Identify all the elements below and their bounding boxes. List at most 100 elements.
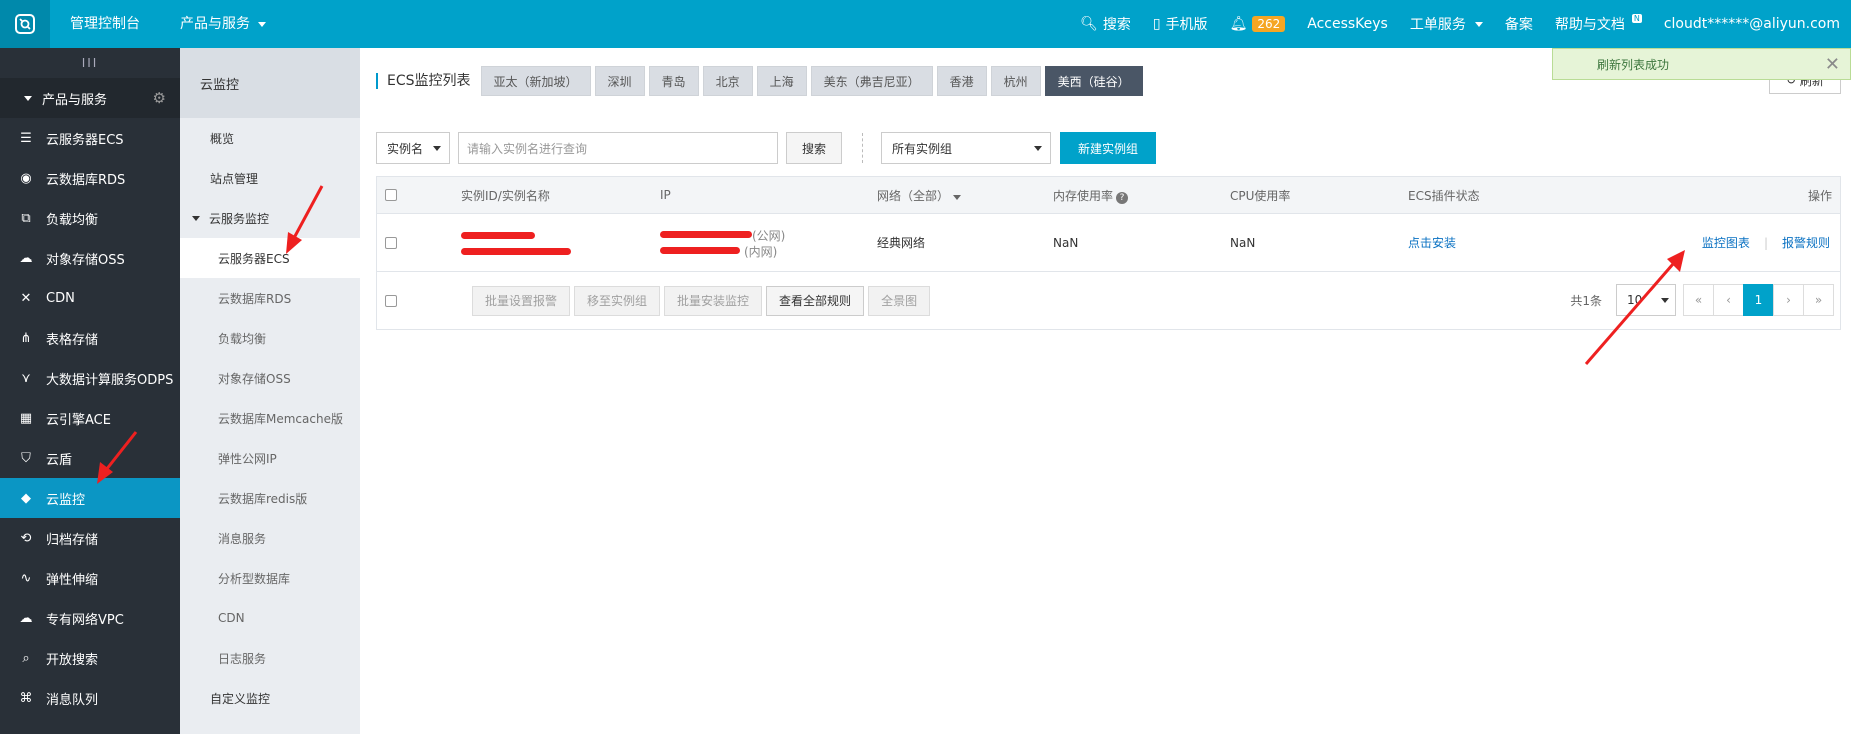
- sidebar-group-products[interactable]: 产品与服务 ⚙︎: [0, 78, 180, 118]
- subnav-item[interactable]: 消息服务: [180, 518, 360, 558]
- subnav-item[interactable]: 日志服务: [180, 638, 360, 678]
- gear-icon[interactable]: ⚙︎: [153, 89, 166, 107]
- view-all-rules-button[interactable]: 查看全部规则: [766, 285, 865, 316]
- sidebar-item[interactable]: ✕ CDN: [0, 278, 180, 318]
- subnav-item[interactable]: 负载均衡: [180, 318, 360, 358]
- sidebar-item[interactable]: ⌘ 消息队列: [0, 678, 180, 718]
- col-network-label: 网络（全部）: [877, 188, 950, 203]
- page-size-select[interactable]: 10: [1616, 284, 1676, 316]
- subnav-item[interactable]: 弹性公网IP: [180, 438, 360, 478]
- subnav-item-site[interactable]: 站点管理: [180, 158, 360, 198]
- subnav-item[interactable]: 对象存储OSS: [180, 358, 360, 398]
- region-tab[interactable]: 北京: [702, 66, 753, 96]
- help-docs-link[interactable]: 帮助与文档 N: [1544, 0, 1653, 48]
- row-operations: 监控图表 | 报警规则: [1702, 234, 1830, 251]
- region-tab[interactable]: 美西（硅谷）: [1044, 66, 1143, 96]
- accesskeys-link[interactable]: AccessKeys: [1296, 0, 1399, 48]
- sidebar-item[interactable]: ⟲ 归档存储: [0, 518, 180, 558]
- sidebar-item[interactable]: ◆ 云监控: [0, 478, 180, 518]
- sidebar-item[interactable]: ⌕ 开放搜索: [0, 638, 180, 678]
- last-page-button[interactable]: »: [1803, 284, 1834, 316]
- subnav-item[interactable]: 云数据库RDS: [180, 278, 360, 318]
- region-tab[interactable]: 上海: [756, 66, 807, 96]
- sidebar-item-label: 归档存储: [46, 532, 99, 548]
- footer-select-all-checkbox[interactable]: [385, 294, 397, 307]
- table-row: (公网) (内网) 经典网络 NaN NaN 点击安装 监控图表 | 报警规则: [377, 213, 1840, 271]
- toast-message: 刷新列表成功: [1597, 57, 1670, 72]
- alarm-rules-link[interactable]: 报警规则: [1782, 234, 1830, 251]
- new-instance-group-button[interactable]: 新建实例组: [1060, 132, 1157, 164]
- row-checkbox[interactable]: [385, 236, 397, 249]
- sidebar-item[interactable]: ☁ 对象存储OSS: [0, 238, 180, 278]
- sidebar-item-label: 云盾: [46, 452, 73, 468]
- sidebar-item-label: CDN: [46, 290, 75, 306]
- region-tab[interactable]: 青岛: [648, 66, 699, 96]
- search-button[interactable]: 搜索: [786, 132, 843, 164]
- batch-install-button[interactable]: 批量安装监控: [664, 285, 763, 316]
- sidebar-item[interactable]: ⋔ 表格存储: [0, 318, 180, 358]
- divider: [862, 133, 864, 163]
- subnav-group-cloud-service[interactable]: 云服务监控: [180, 198, 360, 238]
- sidebar-item[interactable]: ☁ 专有网络VPC: [0, 598, 180, 638]
- new-badge: N: [1631, 13, 1642, 23]
- col-ip: IP: [660, 188, 671, 202]
- subnav-item[interactable]: 云数据库redis版: [180, 478, 360, 518]
- col-network-filter[interactable]: 网络（全部）: [877, 187, 962, 204]
- subnav-item[interactable]: CDN: [180, 598, 360, 638]
- search-link[interactable]: 🔍︎ 搜索: [1069, 0, 1142, 48]
- sidebar-collapse-toggle[interactable]: III: [0, 48, 180, 78]
- subnav-item[interactable]: 云服务器ECS: [180, 238, 360, 278]
- install-plugin-link[interactable]: 点击安装: [1408, 234, 1456, 251]
- sidebar-list: ☰ 云服务器ECS ◉ 云数据库RDS ⧉ 负载均衡 ☁ 对象存储OSS ✕ CDN ⋔ 表格存储 ⋎ 大…: [0, 118, 180, 718]
- aliyun-logo-icon[interactable]: [0, 0, 50, 48]
- top-navbar: 管理控制台 产品与服务 🔍︎ 搜索 ▯ 手机版 🔔︎ 262 AccessKeys 工…: [0, 0, 1851, 48]
- beian-link[interactable]: 备案: [1494, 0, 1544, 48]
- sidebar-item[interactable]: ◉ 云数据库RDS: [0, 158, 180, 198]
- notifications-button[interactable]: 🔔︎ 262: [1219, 0, 1297, 48]
- ticket-menu[interactable]: 工单服务: [1399, 0, 1494, 48]
- move-to-group-button[interactable]: 移至实例组: [574, 285, 661, 316]
- help-icon[interactable]: ?: [1116, 191, 1129, 204]
- instance-group-select[interactable]: 所有实例组: [881, 132, 1052, 164]
- instance-id-redacted[interactable]: [461, 230, 611, 258]
- first-page-button[interactable]: «: [1683, 284, 1714, 316]
- subnav-item-custom[interactable]: 自定义监控: [180, 678, 360, 718]
- panorama-button[interactable]: 全景图: [868, 285, 931, 316]
- batch-alarm-button[interactable]: 批量设置报警: [472, 285, 571, 316]
- sidebar-item-label: 消息队列: [46, 692, 99, 708]
- monitor-chart-link[interactable]: 监控图表: [1702, 234, 1750, 251]
- instance-search-input[interactable]: 请输入实例名进行查询: [458, 132, 778, 164]
- next-page-button[interactable]: ›: [1773, 284, 1804, 316]
- page-1-button[interactable]: 1: [1743, 284, 1774, 316]
- prev-page-button[interactable]: ‹: [1713, 284, 1744, 316]
- filter-field-select[interactable]: 实例名: [376, 132, 450, 164]
- subnav-item-overview[interactable]: 概览: [180, 118, 360, 158]
- ip-public-tag: (公网): [752, 229, 786, 243]
- memory-usage: NaN: [1053, 235, 1079, 250]
- subnav-item[interactable]: 云数据库Memcache版: [180, 398, 360, 438]
- col-instance-id: 实例ID/实例名称: [461, 188, 550, 203]
- sidebar-item[interactable]: ⧉ 负载均衡: [0, 198, 180, 238]
- sidebar-item[interactable]: ▦ 云引擎ACE: [0, 398, 180, 438]
- sidebar-item-label: 开放搜索: [46, 652, 99, 668]
- region-tab[interactable]: 香港: [936, 66, 987, 96]
- console-home-link[interactable]: 管理控制台: [50, 0, 164, 48]
- mobile-link[interactable]: ▯ 手机版: [1142, 0, 1219, 48]
- sidebar-item[interactable]: ⛉ 云盾: [0, 438, 180, 478]
- subnav-item[interactable]: 分析型数据库: [180, 558, 360, 598]
- account-menu[interactable]: cloudt******@aliyun.com: [1653, 0, 1851, 48]
- sidebar-item[interactable]: ⋎ 大数据计算服务ODPS: [0, 358, 180, 398]
- products-menu[interactable]: 产品与服务: [164, 0, 282, 48]
- pagination: 共1条 10 « ‹ 1 › »: [1570, 284, 1834, 316]
- region-tab[interactable]: 杭州: [990, 66, 1041, 96]
- select-all-checkbox[interactable]: [385, 189, 397, 201]
- region-tab[interactable]: 美东（弗吉尼亚）: [810, 66, 933, 96]
- sidebar-item[interactable]: ☰ 云服务器ECS: [0, 118, 180, 158]
- region-tab[interactable]: 亚太（新加坡）: [480, 66, 591, 96]
- region-tab[interactable]: 深圳: [594, 66, 645, 96]
- sidebar-item[interactable]: ∿ 弹性伸缩: [0, 558, 180, 598]
- sidebar-item-label: 云引擎ACE: [46, 412, 111, 428]
- op-divider: |: [1763, 235, 1768, 250]
- open-search-icon: ⌕: [22, 650, 30, 666]
- close-icon[interactable]: ✕: [1825, 54, 1840, 75]
